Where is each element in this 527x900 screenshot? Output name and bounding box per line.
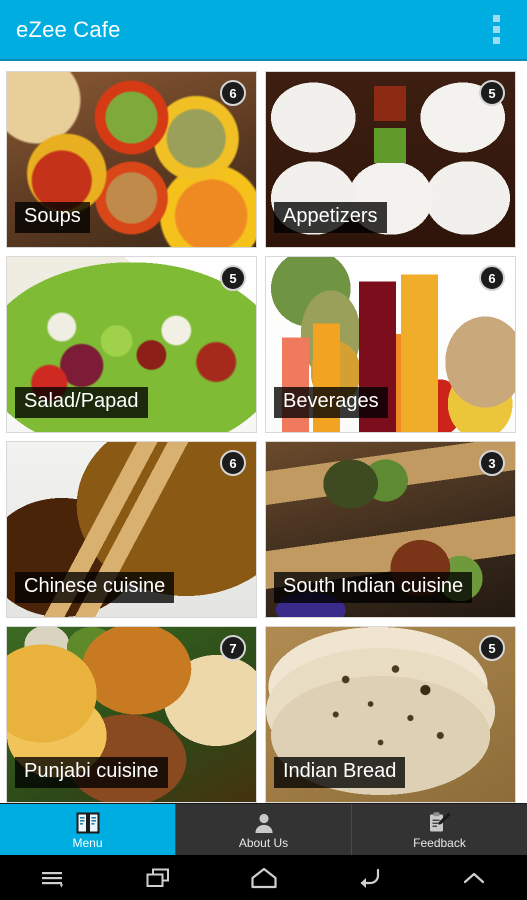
category-label: Beverages (274, 387, 388, 418)
item-count-badge: 6 (479, 265, 505, 291)
item-count-badge: 3 (479, 450, 505, 476)
tab-menu[interactable]: Menu (0, 804, 176, 855)
category-label: Punjabi cuisine (15, 757, 168, 788)
clipboard-pencil-icon (428, 811, 452, 835)
tab-label: About Us (238, 835, 289, 850)
overflow-dot (492, 37, 500, 44)
category-card-south-indian-cuisine[interactable]: 3 South Indian cuisine (265, 441, 516, 618)
person-icon (253, 811, 275, 835)
page-title: eZee Cafe (16, 16, 121, 42)
item-count-badge: 7 (220, 635, 246, 661)
tab-label: Menu (72, 835, 103, 850)
chevron-up-icon[interactable] (422, 855, 527, 900)
overflow-dot (492, 26, 500, 33)
item-count-badge: 5 (220, 265, 246, 291)
app-header: eZee Cafe (0, 0, 527, 61)
overflow-dot (492, 15, 500, 22)
app-root: eZee Cafe 6 Soups 5 Appetizers 5 Salad/P… (0, 0, 527, 900)
menu-lines-icon[interactable] (0, 855, 105, 900)
category-label: Appetizers (274, 202, 387, 233)
overflow-menu-icon[interactable] (479, 10, 513, 50)
home-icon[interactable] (211, 855, 316, 900)
category-label: Soups (15, 202, 90, 233)
tab-label: Feedback (413, 835, 466, 850)
book-menu-icon (76, 811, 100, 835)
category-card-salad-papad[interactable]: 5 Salad/Papad (6, 256, 257, 433)
category-grid: 6 Soups 5 Appetizers 5 Salad/Papad 6 Bev… (0, 63, 527, 805)
tab-feedback[interactable]: Feedback (352, 804, 527, 855)
bottom-tab-bar: Menu About Us Feedback (0, 803, 527, 855)
category-card-beverages[interactable]: 6 Beverages (265, 256, 516, 433)
category-card-indian-bread[interactable]: 5 Indian Bread (265, 626, 516, 803)
system-navigation-bar (0, 855, 527, 900)
back-arrow-icon[interactable] (316, 855, 421, 900)
category-label: Indian Bread (274, 757, 406, 788)
item-count-badge: 6 (220, 80, 246, 106)
category-card-punjabi-cuisine[interactable]: 7 Punjabi cuisine (6, 626, 257, 803)
item-count-badge: 5 (479, 635, 505, 661)
category-label: Salad/Papad (15, 387, 148, 418)
category-card-soups[interactable]: 6 Soups (6, 71, 257, 248)
item-count-badge: 5 (479, 80, 505, 106)
category-label: South Indian cuisine (274, 572, 473, 603)
category-card-chinese-cuisine[interactable]: 6 Chinese cuisine (6, 441, 257, 618)
category-card-appetizers[interactable]: 5 Appetizers (265, 71, 516, 248)
category-label: Chinese cuisine (15, 572, 175, 603)
recents-squares-icon[interactable] (105, 855, 210, 900)
item-count-badge: 6 (220, 450, 246, 476)
tab-about-us[interactable]: About Us (176, 804, 352, 855)
